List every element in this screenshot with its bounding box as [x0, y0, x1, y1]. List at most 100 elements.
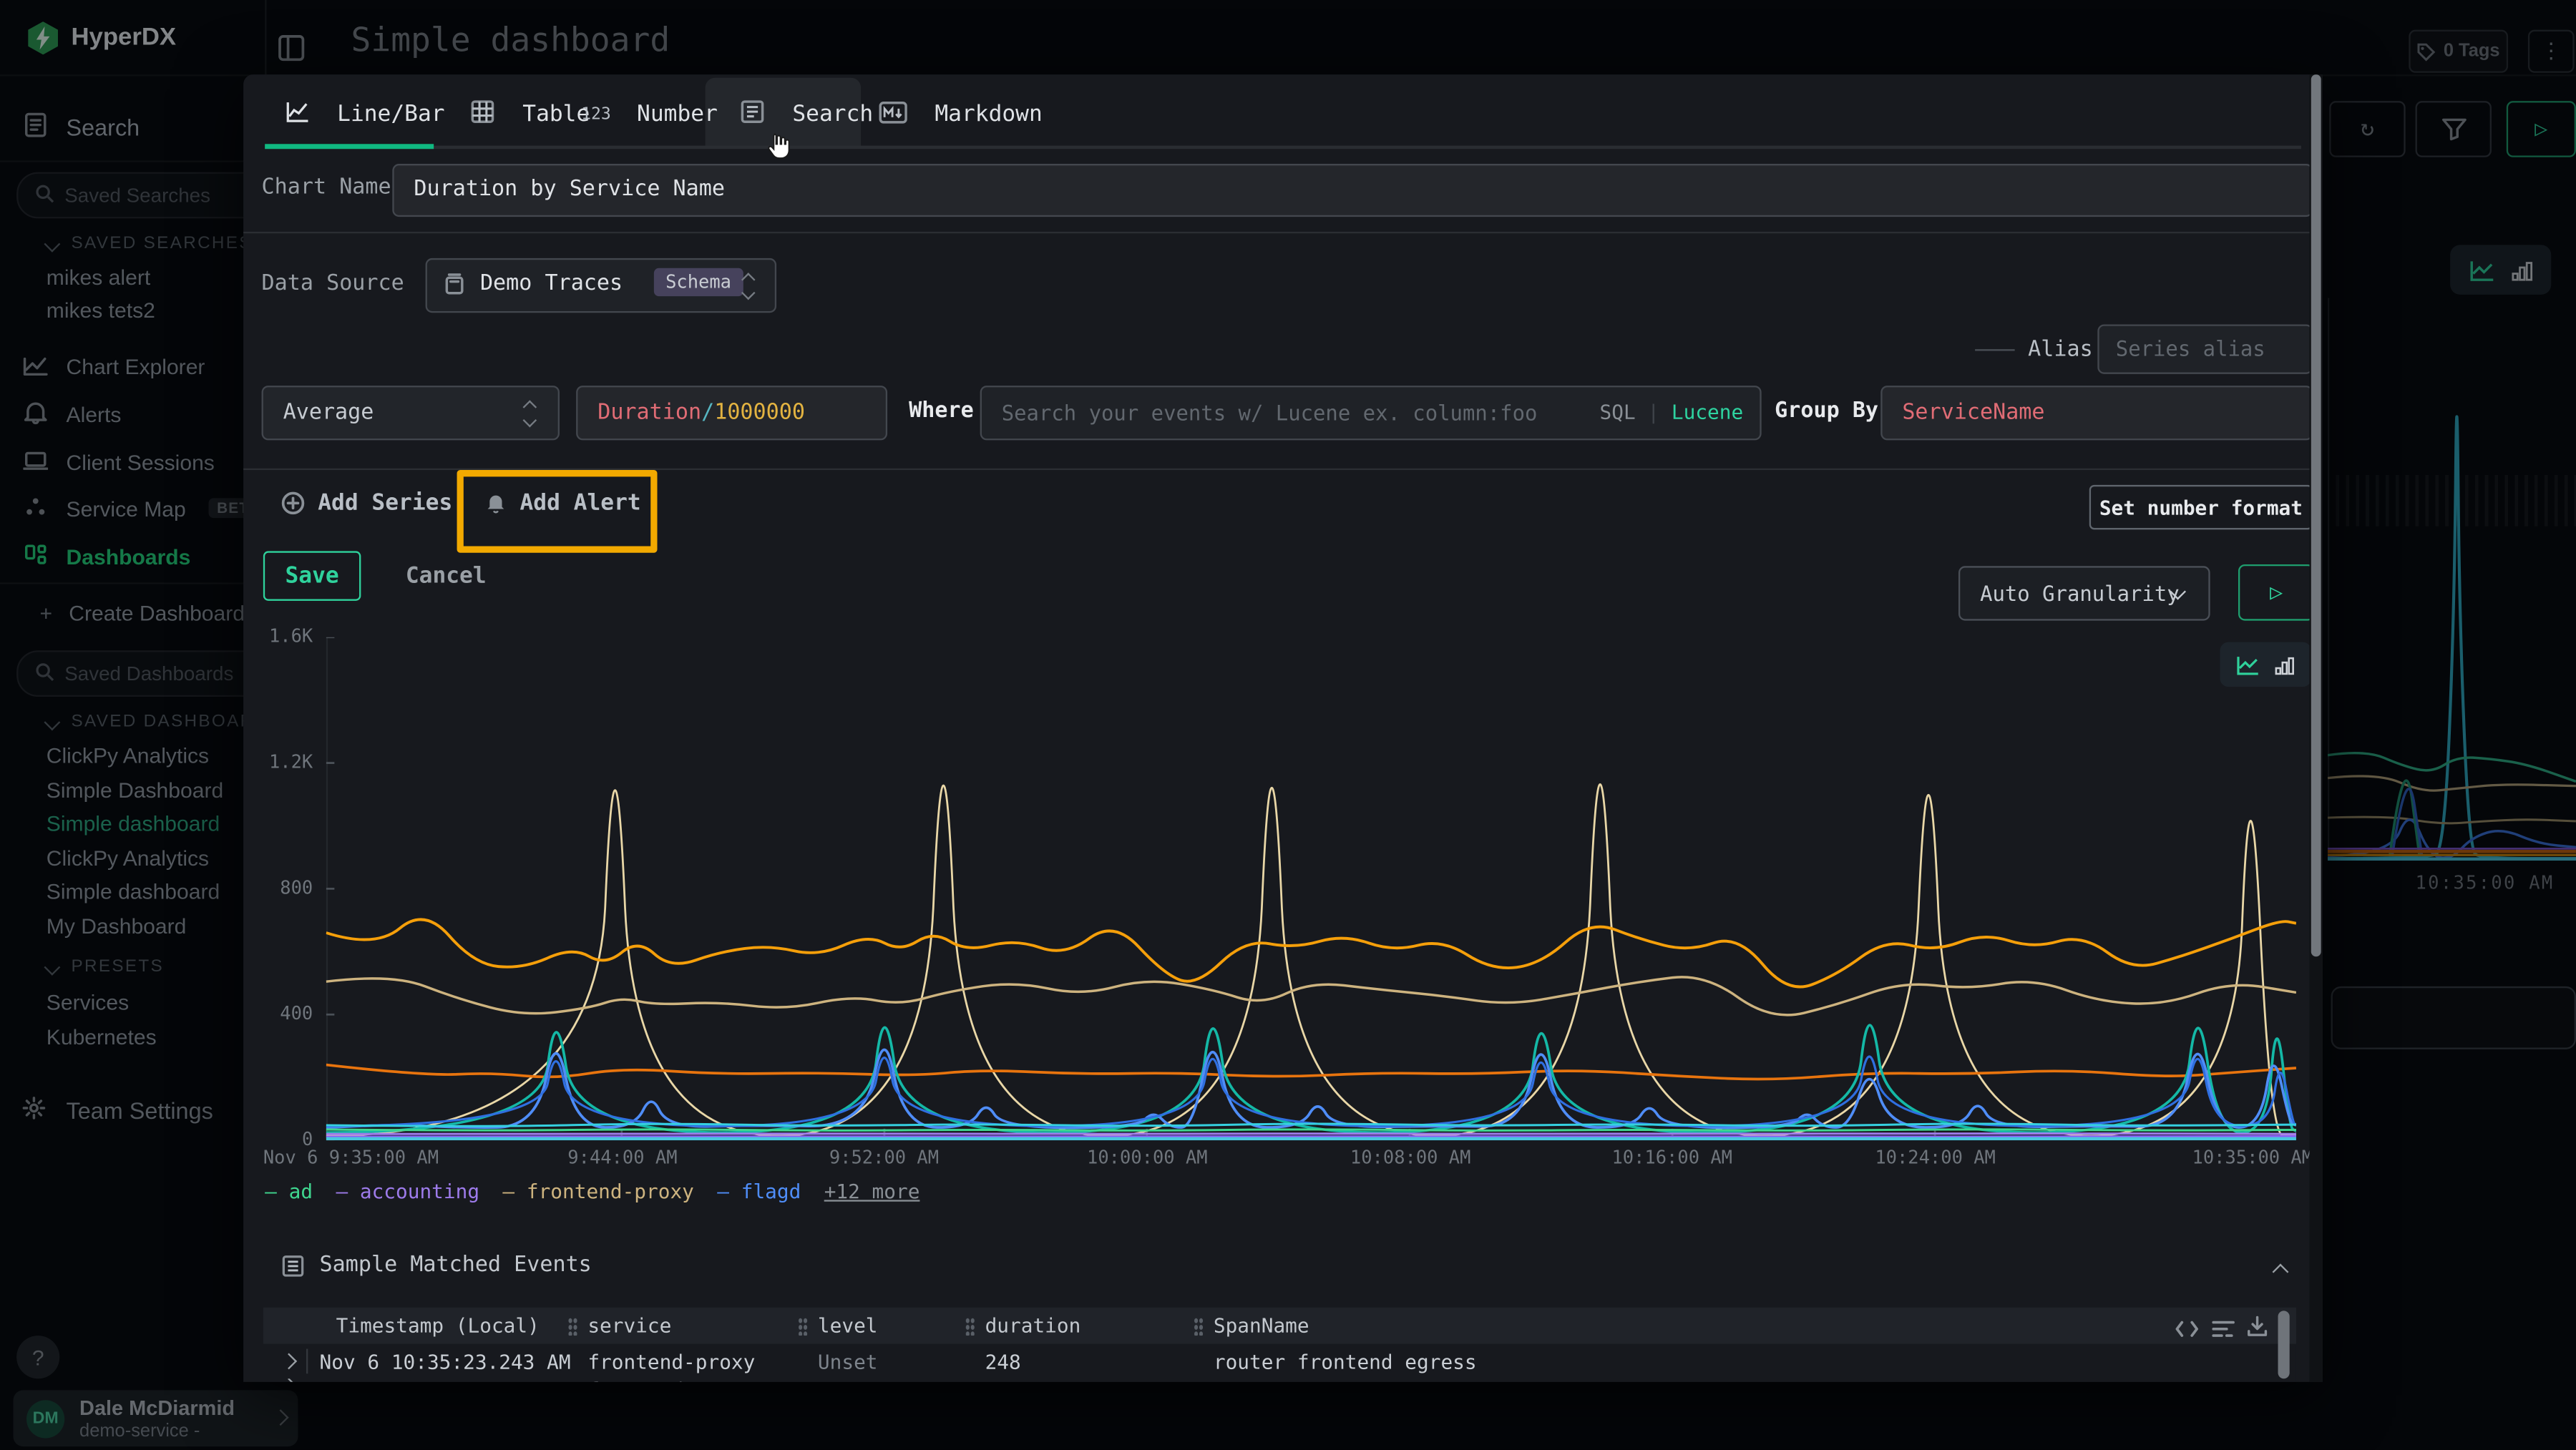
tab-search[interactable]: Search [740, 96, 873, 127]
modal-scrollbar-track[interactable] [2309, 74, 2323, 1382]
aggregation-value: Average [283, 401, 374, 426]
drag-handle-icon[interactable] [965, 1318, 975, 1336]
alias-placeholder: Series alias [2116, 336, 2265, 361]
save-button[interactable]: Save [263, 551, 361, 600]
expand-row-icon[interactable] [280, 1353, 297, 1369]
chart-name-label: Chart Name [262, 175, 391, 200]
table-scrollbar[interactable] [2278, 1311, 2290, 1378]
edit-chart-modal: Line/Bar Table 123 Number Search Markdow… [243, 74, 2323, 1382]
cell-spanname: router [1214, 1378, 1285, 1382]
drag-handle-icon[interactable] [798, 1318, 808, 1336]
y-axis-tick-label: 1.6K [269, 626, 313, 647]
field-name: Duration [597, 401, 701, 426]
tab-table[interactable]: Table [470, 96, 590, 127]
modal-scrollbar-thumb[interactable] [2311, 74, 2321, 956]
plus-circle-icon [281, 491, 304, 514]
legend-item[interactable]: — accounting [336, 1180, 479, 1203]
set-number-format-button[interactable]: Set number format [2089, 485, 2313, 529]
sql-option[interactable]: SQL [1600, 401, 1636, 423]
select-updown-icon [525, 402, 535, 425]
group-by-value: ServiceName [1902, 401, 2044, 426]
granularity-select[interactable]: Auto Granularity [1958, 566, 2210, 620]
data-source-value: Demo Traces [480, 271, 623, 296]
aggregation-select[interactable]: Average [262, 386, 560, 440]
cell-spanname: router frontend egress [1214, 1351, 1477, 1373]
x-axis-tick-label: 10:24:00 AM [1875, 1147, 1996, 1168]
x-axis-tick-label: Nov 6 9:35:00 AM [263, 1147, 439, 1168]
cell-service: frontend-proxy [587, 1378, 755, 1382]
y-axis-labels: 04008001.2K1.6K [243, 637, 326, 1140]
x-axis-tick-label: 10:00:00 AM [1087, 1147, 1208, 1168]
alias-label: Alias [2028, 338, 2093, 363]
code-icon[interactable] [2175, 1314, 2198, 1346]
field-op: / [701, 401, 714, 426]
col-service[interactable]: service [587, 1314, 671, 1337]
y-axis-tick-label: 800 [280, 877, 313, 898]
field-denominator: 1000000 [714, 401, 805, 426]
x-axis-tick-label: 10:08:00 AM [1350, 1147, 1471, 1168]
schema-badge: Schema [654, 268, 743, 296]
chart-name-input[interactable]: Duration by Service Name [392, 164, 2313, 217]
lucene-option[interactable]: Lucene [1672, 401, 1743, 423]
alias-dash [1975, 349, 2015, 351]
tab-line-bar[interactable]: Line/Bar [285, 96, 445, 127]
chart-legend: — ad — accounting — frontend-proxy — flagd +… [265, 1180, 919, 1203]
active-tab-underline [265, 144, 434, 149]
x-axis-tick-label: 9:52:00 AM [829, 1147, 939, 1168]
field-expression-input[interactable]: Duration/1000000 [576, 386, 887, 440]
legend-item[interactable]: — flagd [717, 1180, 801, 1203]
events-table-row[interactable]: Nov 6 10:35:23.243 AM frontend-proxy Uns… [263, 1344, 2296, 1379]
where-label: Where [909, 399, 974, 424]
legend-item[interactable]: — ad [265, 1180, 313, 1203]
legend-more-link[interactable]: +12 more [824, 1180, 920, 1203]
group-by-label: Group By [1775, 399, 1878, 424]
tab-number[interactable]: 123 Number [581, 96, 718, 127]
cell-level: Unset [818, 1378, 878, 1382]
cell-service: frontend-proxy [587, 1351, 755, 1373]
where-input[interactable]: Search your events w/ Lucene ex. column:… [980, 386, 1762, 440]
legend-swatch: — [502, 1180, 526, 1203]
x-axis-tick-label: 9:44:00 AM [567, 1147, 677, 1168]
search-list-icon [740, 99, 765, 124]
col-timestamp[interactable]: Timestamp (Local) [336, 1314, 540, 1337]
cell-duration: 248 [985, 1351, 1021, 1373]
col-level[interactable]: level [818, 1314, 878, 1337]
events-list-icon [281, 1254, 304, 1277]
markdown-icon [879, 101, 907, 124]
where-placeholder: Search your events w/ Lucene ex. column:… [1002, 401, 1538, 426]
tab-underline-track [265, 146, 2301, 150]
alias-input[interactable]: Series alias [2097, 324, 2313, 373]
col-spanname[interactable]: SpanName [1214, 1314, 1309, 1337]
wrap-lines-icon[interactable] [2212, 1314, 2235, 1346]
sample-events-header[interactable]: Sample Matched Events [281, 1253, 592, 1278]
col-duration[interactable]: duration [985, 1314, 1081, 1337]
granularity-value: Auto Granularity [1980, 581, 2180, 606]
data-source-label: Data Source [262, 271, 404, 296]
data-source-select[interactable]: Demo Traces Schema [426, 258, 776, 313]
add-series-button[interactable]: Add Series [281, 490, 452, 516]
download-icon[interactable] [2247, 1313, 2268, 1344]
legend-swatch: — [336, 1180, 359, 1203]
legend-item[interactable]: — frontend-proxy [502, 1180, 693, 1203]
events-table: Timestamp (Local) service level duration… [263, 1308, 2296, 1382]
database-icon [444, 273, 465, 303]
drag-handle-icon[interactable] [1194, 1318, 1204, 1336]
number-123-icon: 123 [581, 106, 611, 124]
cancel-button[interactable]: Cancel [406, 563, 487, 589]
line-chart-icon [285, 99, 310, 124]
x-axis-tick-label: 10:16:00 AM [1611, 1147, 1732, 1168]
legend-swatch: — [265, 1180, 288, 1203]
legend-swatch: — [717, 1180, 741, 1203]
y-axis-tick-label: 400 [280, 1003, 313, 1024]
query-language-toggle[interactable]: SQL | Lucene [1600, 401, 1744, 423]
lang-divider: | [1647, 401, 1659, 423]
run-chart-button[interactable]: ▷ [2238, 564, 2314, 621]
group-by-input[interactable]: ServiceName [1880, 386, 2313, 440]
cell-timestamp: Nov 6 10:35:23.243 AM [320, 1351, 571, 1373]
drag-handle-icon[interactable] [568, 1318, 578, 1336]
x-axis-labels: Nov 6 9:35:00 AM9:44:00 AM9:52:00 AM10:0… [326, 1147, 2296, 1170]
events-table-row-clipped[interactable]: Nov 6 10:35:23.243 AM frontend-proxy Uns… [263, 1378, 2296, 1382]
collapse-section-icon[interactable] [2273, 1264, 2289, 1280]
tab-markdown[interactable]: Markdown [879, 96, 1043, 127]
main-chart [326, 637, 2296, 1140]
